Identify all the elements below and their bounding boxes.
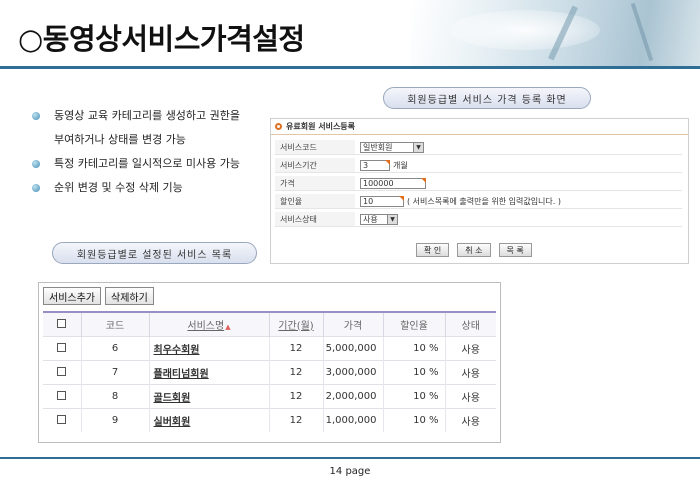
service-register-form: 유료회원 서비스등록 서비스코드 일반회원 ▼ 서비스기간 3 개월 가격 10…: [270, 118, 689, 264]
chevron-down-icon: ▼: [387, 214, 397, 224]
table-row: 8 골드회원 12 2,000,000 10 % 사용: [43, 383, 496, 408]
form-button-group: 확 인 취 소 목 록: [416, 243, 532, 257]
price-label: 가격: [275, 176, 355, 190]
bullet-item: 동영상 교육 카테고리를 생성하고 권한을 부여하거나 상태를 변경 가능: [32, 104, 274, 152]
discount-row: 할인율 10 ( 서비스목록에 출력만을 위한 입력값입니다. ): [275, 194, 682, 209]
row-checkbox[interactable]: [57, 391, 67, 400]
header-photo-image: [410, 0, 700, 66]
page-title: ○동영상서비스가격설정: [18, 22, 305, 56]
required-marker-icon: [399, 195, 404, 201]
cell-period: 12: [268, 359, 323, 384]
slide-header: ○동영상서비스가격설정: [0, 0, 700, 68]
service-list-caption: 회원등급별로 설정된 서비스 목록: [52, 242, 257, 264]
service-status-select[interactable]: 사용 ▼: [360, 213, 398, 225]
bullet-icon: [32, 160, 40, 168]
column-header-discount: 할인율: [382, 312, 445, 336]
cell-code: 7: [80, 359, 149, 384]
column-header-period[interactable]: 기간(월): [268, 312, 323, 336]
column-header-status: 상태: [444, 312, 496, 336]
cell-discount: 10 %: [382, 407, 445, 432]
confirm-button[interactable]: 확 인: [416, 243, 450, 257]
cell-period: 12: [268, 407, 323, 432]
cell-code: 6: [80, 335, 149, 360]
cell-service-name-link[interactable]: 골드회원: [148, 383, 269, 408]
column-header-name[interactable]: 서비스명▲: [148, 312, 269, 336]
cell-price: 2,000,000: [322, 383, 383, 408]
column-header-price: 가격: [322, 312, 383, 336]
bullet-ring-icon: [275, 123, 282, 130]
service-status-row: 서비스상태 사용 ▼: [275, 212, 682, 227]
cell-price: 3,000,000: [322, 359, 383, 384]
row-checkbox[interactable]: [57, 415, 67, 425]
column-header-code: 코드: [80, 312, 149, 336]
cell-service-name-link[interactable]: 최우수회원: [148, 335, 269, 360]
service-status-label: 서비스상태: [275, 212, 355, 226]
list-toolbar: 서비스추가 삭제하기: [43, 287, 154, 305]
bullet-icon: [32, 184, 40, 192]
register-screen-caption: 회원등급별 서비스 가격 등록 화면: [383, 87, 591, 109]
cell-code: 9: [80, 407, 149, 432]
add-service-button[interactable]: 서비스추가: [43, 287, 101, 305]
cell-price: 1,000,000: [322, 407, 383, 432]
cell-price: 5,000,000: [322, 335, 383, 360]
service-period-row: 서비스기간 3 개월: [275, 158, 682, 173]
cell-discount: 10 %: [382, 359, 445, 384]
sort-icon: ▲: [225, 322, 231, 331]
bullet-item: 순위 변경 및 수정 삭제 기능: [32, 176, 274, 200]
select-all-checkbox-cell: [43, 312, 81, 336]
required-marker-icon: [385, 159, 390, 165]
cell-status: 사용: [444, 335, 496, 360]
cell-period: 12: [268, 383, 323, 408]
page-number: 14 page: [329, 466, 371, 477]
bullet-icon: [32, 112, 40, 120]
service-code-row: 서비스코드 일반회원 ▼: [275, 140, 682, 155]
discount-label: 할인율: [275, 194, 355, 208]
cell-period: 12: [268, 335, 323, 360]
service-code-label: 서비스코드: [275, 140, 355, 154]
footer-divider: [0, 457, 700, 459]
cell-status: 사용: [444, 383, 496, 408]
form-heading: 유료회원 서비스등록: [271, 119, 688, 135]
cell-code: 8: [80, 383, 149, 408]
cancel-button[interactable]: 취 소: [457, 243, 491, 257]
required-marker-icon: [421, 177, 426, 183]
cell-status: 사용: [444, 359, 496, 384]
table-row: 7 플래티넘회원 12 3,000,000 10 % 사용: [43, 359, 496, 384]
list-button[interactable]: 목 록: [498, 243, 532, 257]
chevron-down-icon: ▼: [413, 142, 423, 152]
table-row: 9 실버회원 12 1,000,000 10 % 사용: [43, 407, 496, 432]
period-unit-label: 개월: [393, 160, 408, 170]
cell-discount: 10 %: [382, 335, 445, 360]
cell-service-name-link[interactable]: 플래티넘회원: [148, 359, 269, 384]
table-row: 6 최우수회원 12 5,000,000 10 % 사용: [43, 335, 496, 360]
bullet-text: 순위 변경 및 수정 삭제 기능: [54, 181, 183, 194]
service-period-input[interactable]: 3: [360, 159, 390, 171]
discount-input[interactable]: 10: [360, 195, 404, 207]
service-list-panel: 서비스추가 삭제하기 코드 서비스명▲ 기간(월) 가격 할인율 상태 6 최우…: [38, 282, 501, 443]
bullet-text: 동영상 교육 카테고리를 생성하고 권한을 부여하거나 상태를 변경 가능: [54, 109, 241, 146]
discount-note: ( 서비스목록에 출력만을 위한 입력값입니다. ): [407, 196, 561, 206]
table-header-row: 코드 서비스명▲ 기간(월) 가격 할인율 상태: [43, 312, 496, 336]
delete-button[interactable]: 삭제하기: [105, 287, 154, 305]
row-checkbox[interactable]: [57, 367, 67, 376]
price-row: 가격 100000: [275, 176, 682, 191]
bullet-item: 특정 카테고리를 일시적으로 미사용 가능: [32, 152, 274, 176]
service-code-select[interactable]: 일반회원 ▼: [360, 141, 424, 153]
cell-status: 사용: [444, 407, 496, 432]
service-period-label: 서비스기간: [275, 158, 355, 172]
feature-bullet-list: 동영상 교육 카테고리를 생성하고 권한을 부여하거나 상태를 변경 가능 특정…: [32, 104, 274, 200]
service-table: 코드 서비스명▲ 기간(월) 가격 할인율 상태 6 최우수회원 12 5,00…: [43, 311, 496, 432]
cell-service-name-link[interactable]: 실버회원: [148, 407, 269, 432]
bullet-text: 특정 카테고리를 일시적으로 미사용 가능: [54, 157, 241, 170]
form-heading-label: 유료회원 서비스등록: [286, 122, 356, 131]
row-checkbox[interactable]: [57, 343, 67, 352]
cell-discount: 10 %: [382, 383, 445, 408]
title-divider: [0, 66, 700, 69]
select-all-checkbox[interactable]: [57, 319, 67, 329]
price-input[interactable]: 100000: [360, 177, 426, 189]
